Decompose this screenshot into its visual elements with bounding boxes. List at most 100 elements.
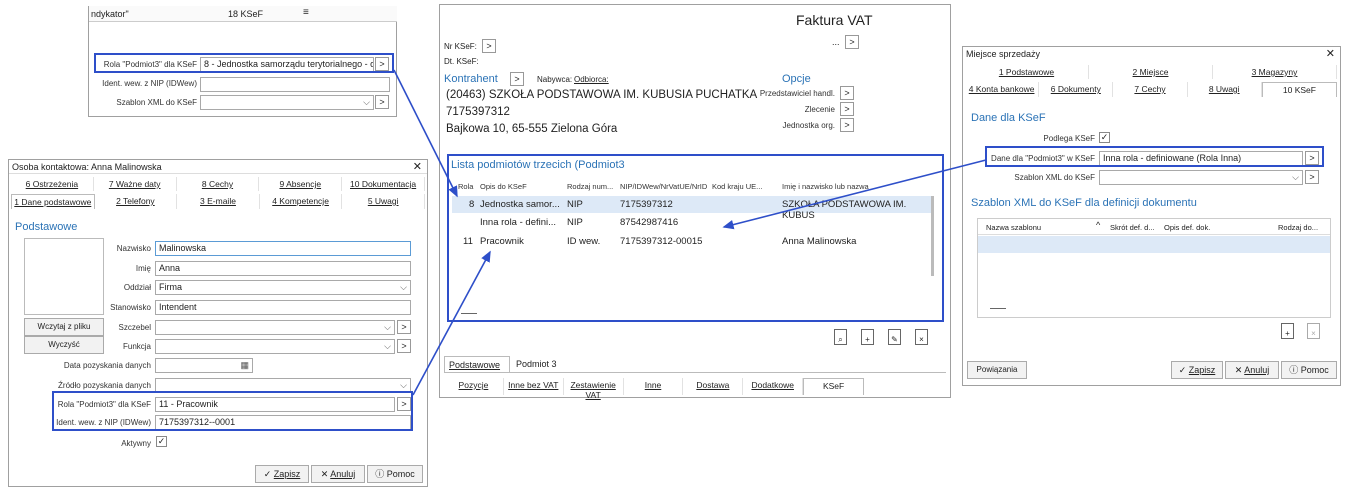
- tab-emails[interactable]: 3 E-maile: [177, 194, 260, 209]
- col-name[interactable]: Imię i nazwisko lub nazwa: [782, 182, 869, 191]
- tab-podmiot3[interactable]: Podmiot 3: [516, 359, 557, 369]
- col-short[interactable]: Skrót def. d...: [1110, 223, 1155, 232]
- calendar-icon[interactable]: ▦: [240, 360, 249, 371]
- save-button[interactable]: ✓ Zapisz: [255, 465, 309, 483]
- opt-rep-button[interactable]: >: [840, 86, 854, 100]
- close-icon[interactable]: ✕: [413, 160, 422, 173]
- ident-field[interactable]: [200, 77, 390, 92]
- chevron-down-icon: ⌵: [384, 341, 391, 351]
- tab-notes[interactable]: 5 Uwagi: [342, 194, 425, 209]
- help-label: Pomoc: [1300, 365, 1329, 375]
- tab-phones[interactable]: 2 Telefony: [95, 194, 178, 209]
- highlight-rola-w2: [52, 391, 413, 431]
- save-button[interactable]: ✓ Zapisz: [1171, 361, 1223, 379]
- opt-order-button[interactable]: >: [840, 102, 854, 116]
- szablon-more-button[interactable]: >: [375, 95, 389, 109]
- tab-dates[interactable]: 7 Ważne daty: [94, 177, 177, 191]
- tab-ksef[interactable]: 10 KSeF: [1261, 82, 1338, 97]
- tabs-row-2: 4 Konta bankowe 6 Dokumenty 7 Cechy 8 Uw…: [965, 82, 1338, 97]
- tab-other-no-vat[interactable]: Inne bez VAT: [504, 378, 564, 395]
- tab-competences[interactable]: 4 Kompetencje: [260, 194, 343, 209]
- szablon-more-button[interactable]: >: [1305, 170, 1319, 184]
- level-select[interactable]: ⌵: [155, 320, 395, 335]
- preview-doc-icon[interactable]: ⌕: [834, 329, 847, 345]
- surname-field[interactable]: Malinowska: [155, 241, 411, 256]
- function-select[interactable]: ⌵: [155, 339, 395, 354]
- add-doc-icon[interactable]: +: [1281, 323, 1294, 339]
- col-type[interactable]: Rodzaj do...: [1278, 223, 1318, 232]
- cancel-button[interactable]: ✕ Anuluj: [311, 465, 365, 483]
- vertical-scrollbar[interactable]: [931, 196, 934, 276]
- list-icon[interactable]: ≡: [303, 7, 309, 18]
- tab-delivery[interactable]: Dostawa: [683, 378, 744, 395]
- branch-select[interactable]: Firma ⌵: [155, 280, 411, 295]
- col-type[interactable]: Rodzaj num...: [567, 182, 613, 191]
- podlega-checkbox[interactable]: ✓: [1099, 132, 1110, 143]
- col-country[interactable]: Kod kraju UE...: [712, 182, 762, 191]
- podlega-label: Podlega KSeF: [1043, 134, 1095, 143]
- tab-place[interactable]: 2 Miejsce: [1089, 65, 1213, 79]
- add-doc-icon[interactable]: +: [861, 329, 874, 345]
- tab-ksef[interactable]: KSeF: [803, 378, 865, 395]
- cell-desc: Pracownik: [480, 236, 524, 247]
- delete-doc-icon[interactable]: ×: [1307, 323, 1320, 339]
- tab-additional[interactable]: Dodatkowe: [743, 378, 804, 395]
- section-title: Podstawowe: [15, 221, 78, 233]
- nr-ksef-button[interactable]: >: [482, 39, 496, 53]
- tab-documentation[interactable]: 10 Dokumentacja: [342, 177, 425, 191]
- table-row[interactable]: Inna rola - defini... NIP 87542987416: [452, 214, 932, 231]
- invoice-window: Faktura VAT Nr KSeF: > ... > Dt. KSeF: K…: [439, 4, 951, 400]
- help-button[interactable]: ⓘ Pomoc: [367, 465, 423, 483]
- ellipsis-button[interactable]: >: [845, 35, 859, 49]
- table-row[interactable]: 11 Pracownik ID wew. 7175397312-00015 An…: [452, 233, 932, 250]
- delete-doc-icon[interactable]: ×: [915, 329, 928, 345]
- function-label: Funkcja: [122, 342, 151, 351]
- buyer-link[interactable]: Odbiorca:: [574, 75, 609, 84]
- name-field[interactable]: Anna: [155, 261, 411, 276]
- tab-basic[interactable]: 1 Podstawowe: [965, 65, 1089, 79]
- close-icon[interactable]: ✕: [1326, 47, 1335, 60]
- tab-basic[interactable]: Podstawowe: [444, 356, 510, 373]
- help-label: Pomoc: [386, 469, 415, 479]
- tab-features[interactable]: 7 Cechy: [1113, 82, 1188, 97]
- contractor-button[interactable]: >: [510, 72, 524, 86]
- szablon-label: Szablon XML do KSeF: [1014, 173, 1095, 182]
- position-field[interactable]: Intendent: [155, 300, 411, 315]
- tab-items[interactable]: Pozycje: [444, 378, 504, 395]
- tab-bank-accounts[interactable]: 4 Konta bankowe: [965, 82, 1040, 97]
- col-role[interactable]: Rola: [458, 182, 473, 191]
- cancel-label: Anuluj: [330, 469, 356, 479]
- tab-documents[interactable]: 6 Dokumenty: [1039, 82, 1114, 97]
- tab-notes[interactable]: 8 Uwagi: [1188, 82, 1262, 97]
- tab-warnings[interactable]: 6 Ostrzeżenia: [11, 177, 94, 191]
- tab-other[interactable]: Inne: [624, 378, 684, 395]
- active-checkbox[interactable]: ✓: [156, 436, 167, 447]
- check-icon: ✓: [263, 469, 274, 479]
- function-more-button[interactable]: >: [397, 339, 411, 353]
- tab-vat-summary[interactable]: Zestawienie VAT: [564, 378, 624, 400]
- cancel-button[interactable]: ✕ Anuluj: [1225, 361, 1279, 379]
- table-row[interactable]: [978, 236, 1330, 253]
- szablon-select[interactable]: ⌵: [1099, 170, 1303, 185]
- tab-absences[interactable]: 9 Absencje: [259, 177, 343, 191]
- tab-warehouses[interactable]: 3 Magazyny: [1213, 65, 1337, 79]
- edit-doc-icon[interactable]: ✎: [888, 329, 901, 345]
- col-desc[interactable]: Opis do KSeF: [480, 182, 527, 191]
- client-name: (20463) SZKOŁA PODSTAWOWA IM. KUBUSIA PU…: [446, 89, 758, 101]
- acq-date-field[interactable]: ▦: [155, 358, 253, 373]
- level-more-button[interactable]: >: [397, 320, 411, 334]
- options-label: Opcje: [782, 73, 811, 85]
- szablon-select[interactable]: ⌵: [200, 95, 374, 110]
- col-nip[interactable]: NIP/IDWew/NrVatUE/NrID: [620, 182, 707, 191]
- opt-unit-button[interactable]: >: [840, 118, 854, 132]
- col-desc[interactable]: Opis def. dok.: [1164, 223, 1210, 232]
- table-row[interactable]: 8 Jednostka samor... NIP 7175397312 SZKO…: [452, 196, 932, 221]
- col-template-name[interactable]: Nazwa szablonu: [986, 223, 1041, 232]
- tab-features[interactable]: 8 Cechy: [177, 177, 260, 191]
- clear-button[interactable]: Wyczyść: [24, 336, 104, 354]
- help-button[interactable]: ⓘ Pomoc: [1281, 361, 1337, 379]
- load-from-file-button[interactable]: Wczytaj z pliku: [24, 318, 104, 336]
- invoice-title: Faktura VAT: [796, 12, 873, 28]
- tab-basic-data[interactable]: 1 Dane podstawowe: [11, 194, 95, 209]
- links-button[interactable]: Powiązania: [967, 361, 1027, 379]
